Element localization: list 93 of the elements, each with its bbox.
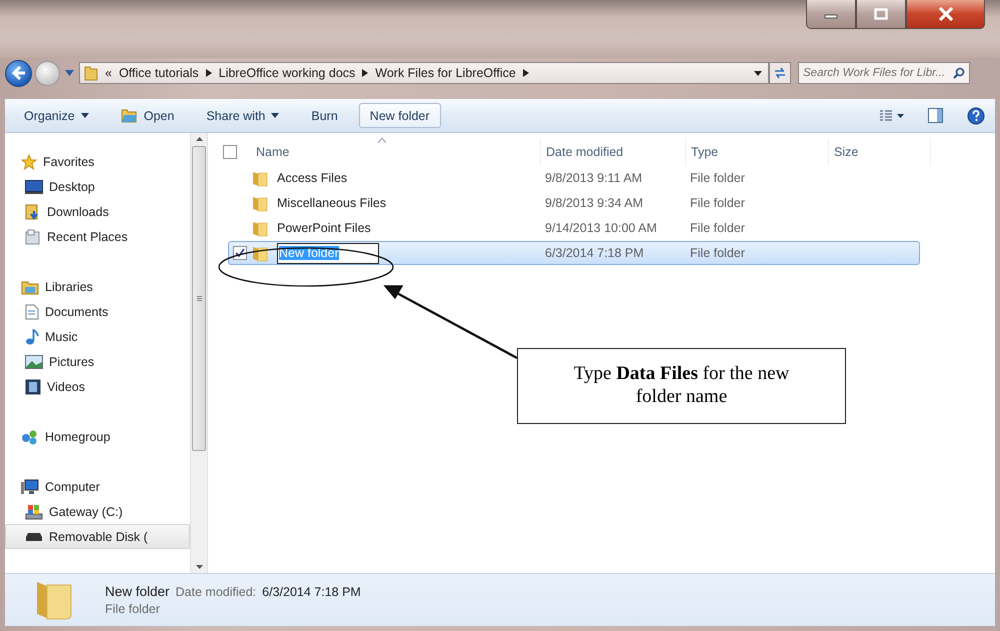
caret-icon bbox=[80, 113, 89, 118]
date-modified-label: Date modified: bbox=[176, 585, 256, 599]
drive-icon bbox=[25, 504, 43, 520]
sidebar-item[interactable]: Downloads bbox=[5, 199, 190, 224]
toolbar-button[interactable]: Organize bbox=[13, 103, 100, 128]
monitor-icon bbox=[25, 180, 43, 194]
close-button[interactable] bbox=[906, 0, 985, 29]
date-modified-value: 6/3/2014 7:18 PM bbox=[262, 585, 361, 599]
sidebar-item[interactable]: Homegroup bbox=[5, 424, 190, 449]
item-type: File folder bbox=[105, 602, 161, 616]
view-options-icon[interactable] bbox=[880, 110, 904, 122]
breadcrumb-overflow[interactable]: « bbox=[105, 66, 112, 80]
folder-icon bbox=[84, 65, 98, 81]
homegroup-icon bbox=[21, 428, 39, 444]
column-header[interactable]: Type bbox=[691, 145, 718, 159]
file-row[interactable]: Miscellaneous Files 9/8/2013 9:34 AM File folder bbox=[228, 191, 920, 215]
column-header[interactable]: Date modified bbox=[546, 145, 624, 159]
column-header[interactable]: Name bbox=[256, 145, 290, 159]
sidebar-item[interactable]: Documents bbox=[5, 299, 190, 324]
caret-icon bbox=[271, 113, 280, 118]
instruction-text: Type Data Files for the new folder name bbox=[572, 363, 790, 409]
toolbar-button[interactable]: Open bbox=[110, 103, 186, 128]
refresh-button[interactable] bbox=[769, 62, 791, 84]
date-modified: 6/3/2014 7:18 PM bbox=[545, 246, 644, 260]
breadcrumb-item[interactable]: LibreOffice working docs bbox=[218, 66, 356, 80]
maximize-icon bbox=[874, 8, 888, 20]
sidebar-item[interactable]: Pictures bbox=[5, 349, 190, 374]
sidebar-item[interactable]: Favorites bbox=[5, 149, 190, 174]
sidebar-item[interactable]: Music bbox=[5, 324, 190, 349]
computer-icon bbox=[21, 478, 39, 494]
preview-pane-icon[interactable] bbox=[928, 108, 943, 123]
film-icon bbox=[25, 378, 41, 394]
picture-icon bbox=[25, 354, 43, 368]
refresh-icon bbox=[773, 67, 787, 79]
folder-icon bbox=[252, 244, 268, 262]
chevron-right-icon[interactable] bbox=[522, 69, 529, 77]
column-header[interactable]: Size bbox=[834, 145, 858, 159]
select-all-checkbox[interactable] bbox=[223, 145, 237, 159]
file-name: Access Files bbox=[277, 171, 348, 185]
file-row[interactable]: PowerPoint Files 9/14/2013 10:00 AM File folder bbox=[228, 216, 920, 240]
sidebar-item[interactable]: Recent Places bbox=[5, 224, 190, 249]
file-type: File folder bbox=[690, 221, 745, 235]
sidebar-item[interactable]: Computer bbox=[5, 474, 190, 499]
folder-icon bbox=[120, 108, 138, 122]
chevron-right-icon[interactable] bbox=[362, 69, 368, 77]
arrow-left-icon bbox=[10, 66, 26, 80]
help-icon[interactable] bbox=[967, 106, 985, 124]
date-modified: 9/8/2013 9:11 AM bbox=[545, 171, 642, 185]
breadcrumb-item[interactable]: Office tutorials bbox=[118, 66, 199, 80]
scroll-thumb[interactable] bbox=[192, 146, 206, 451]
address-bar[interactable]: « Office tutorials LibreOffice working docs Work Files for LibreOffice bbox=[79, 62, 769, 84]
date-modified: 9/8/2013 9:34 AM bbox=[545, 196, 643, 210]
removable-drive-icon bbox=[25, 532, 43, 542]
music-note-icon bbox=[25, 328, 39, 344]
sidebar-item[interactable]: Libraries bbox=[5, 274, 190, 299]
back-button[interactable] bbox=[5, 60, 32, 86]
file-type: File folder bbox=[690, 246, 745, 260]
history-dropdown-icon[interactable] bbox=[65, 70, 74, 76]
recent-places-icon bbox=[25, 228, 41, 244]
file-name: PowerPoint Files bbox=[277, 221, 371, 235]
star-icon bbox=[21, 154, 37, 170]
scroll-up-icon[interactable] bbox=[196, 137, 202, 141]
breadcrumb-item[interactable]: Work Files for LibreOffice bbox=[375, 66, 516, 80]
folder-icon bbox=[252, 170, 268, 186]
minimize-button[interactable] bbox=[806, 0, 856, 29]
folder-icon bbox=[252, 194, 268, 212]
row-checkbox[interactable] bbox=[233, 246, 247, 260]
search-field[interactable]: Search Work Files for Libr... bbox=[798, 62, 970, 84]
folder-icon bbox=[252, 220, 268, 236]
download-icon bbox=[25, 204, 41, 220]
sidebar-item[interactable]: Removable Disk ( bbox=[5, 524, 190, 549]
toolbar-button[interactable]: Burn bbox=[300, 103, 349, 128]
library-icon bbox=[21, 278, 39, 294]
document-icon bbox=[25, 304, 39, 320]
scrollbar[interactable] bbox=[190, 133, 207, 573]
toolbar-button[interactable]: New folder bbox=[358, 103, 441, 128]
dropdown-arrow-icon[interactable] bbox=[754, 70, 762, 76]
toolbar-button[interactable]: Share with bbox=[195, 103, 290, 128]
file-row[interactable]: Access Files 9/8/2013 9:11 AM File folder bbox=[228, 166, 920, 190]
file-type: File folder bbox=[690, 171, 745, 185]
chevron-right-icon[interactable] bbox=[206, 69, 212, 77]
maximize-button[interactable] bbox=[856, 0, 906, 29]
sidebar-item[interactable]: Desktop bbox=[5, 174, 190, 199]
sidebar-item[interactable]: Videos bbox=[5, 374, 190, 399]
file-type: File folder bbox=[690, 196, 745, 210]
scroll-down-icon[interactable] bbox=[196, 565, 202, 569]
date-modified: 9/14/2013 10:00 AM bbox=[545, 221, 657, 235]
file-row[interactable]: New folder 6/3/2014 7:18 PM File folder bbox=[228, 241, 920, 265]
item-name: New folder bbox=[105, 584, 170, 599]
file-name: Miscellaneous Files bbox=[277, 196, 386, 210]
close-icon bbox=[938, 7, 954, 21]
search-icon bbox=[953, 67, 965, 79]
sidebar-item[interactable]: Gateway (C:) bbox=[5, 499, 190, 524]
